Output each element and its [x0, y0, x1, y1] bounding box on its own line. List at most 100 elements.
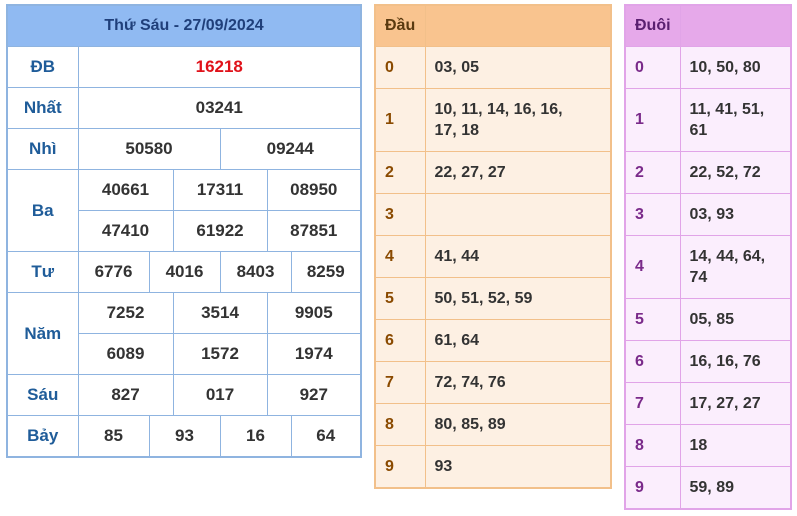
prize-sau-value: 827	[77, 374, 174, 416]
dau-key: 2	[374, 151, 426, 194]
dau-key: 8	[374, 403, 426, 446]
results-header-row: Thứ Sáu - 27/09/2024	[6, 4, 362, 47]
dau-values	[424, 193, 612, 236]
prize-nhat-value: 03241	[77, 87, 362, 129]
prize-bay-value: 16	[219, 415, 292, 458]
dau-header: Đầu	[374, 4, 426, 47]
prize-tu-value: 6776	[77, 251, 150, 293]
dau-row: 3	[374, 193, 612, 236]
row-bay: Bảy 85 93 16 64	[6, 415, 362, 458]
dau-values: 50, 51, 52, 59	[424, 277, 612, 320]
row-label-nhat: Nhất	[6, 87, 79, 129]
duoi-key: 7	[624, 382, 681, 425]
row-label-bay: Bảy	[6, 415, 79, 458]
duoi-key: 8	[624, 424, 681, 467]
duoi-key: 3	[624, 193, 681, 236]
row-label-nam: Năm	[6, 292, 79, 375]
duoi-key: 2	[624, 151, 681, 194]
duoi-panel: Đuôi 0 10, 50, 80 1 11, 41, 51, 61 2 22, 52…	[624, 4, 792, 510]
row-label-tu: Tư	[6, 251, 79, 293]
duoi-header-blank	[679, 4, 792, 47]
duoi-row: 4 14, 44, 64, 74	[624, 235, 792, 299]
prize-nam-value: 7252	[77, 292, 174, 334]
row-nam: Năm 7252 3514 9905	[6, 292, 362, 375]
dau-key: 7	[374, 361, 426, 404]
row-nhat: Nhất 03241	[6, 87, 362, 129]
duoi-row: 6 16, 16, 76	[624, 340, 792, 383]
dau-values: 80, 85, 89	[424, 403, 612, 446]
duoi-values: 05, 85	[679, 298, 792, 341]
prize-sau-value: 927	[266, 374, 362, 416]
dau-key: 5	[374, 277, 426, 320]
dau-values: 61, 64	[424, 319, 612, 362]
prize-nhi-value: 50580	[77, 128, 221, 170]
dau-row: 2 22, 27, 27	[374, 151, 612, 194]
duoi-row: 0 10, 50, 80	[624, 46, 792, 89]
dau-key: 0	[374, 46, 426, 89]
duoi-values: 11, 41, 51, 61	[679, 88, 792, 152]
row-label-ba: Ba	[6, 169, 79, 252]
prize-ba-value: 17311	[172, 169, 268, 211]
duoi-key: 9	[624, 466, 681, 510]
duoi-key: 4	[624, 235, 681, 299]
duoi-row: 5 05, 85	[624, 298, 792, 341]
dau-row: 6 61, 64	[374, 319, 612, 362]
prize-ba-value: 87851	[266, 210, 362, 252]
prize-tu-value: 8259	[290, 251, 362, 293]
duoi-key: 6	[624, 340, 681, 383]
duoi-key: 5	[624, 298, 681, 341]
prize-tu-value: 4016	[148, 251, 221, 293]
dau-table: Đầu 0 03, 05 1 10, 11, 14, 16, 16, 17, 18 …	[374, 4, 612, 489]
dau-key: 3	[374, 193, 426, 236]
dau-key: 4	[374, 235, 426, 278]
dau-panel: Đầu 0 03, 05 1 10, 11, 14, 16, 16, 17, 18 …	[374, 4, 612, 489]
duoi-values: 18	[679, 424, 792, 467]
prize-ba-value: 40661	[77, 169, 174, 211]
dau-row: 9 93	[374, 445, 612, 489]
duoi-row: 3 03, 93	[624, 193, 792, 236]
prize-ba-value: 08950	[266, 169, 362, 211]
prize-nam-value: 6089	[77, 333, 174, 375]
dau-values: 41, 44	[424, 235, 612, 278]
duoi-header: Đuôi	[624, 4, 681, 47]
results-panel: Thứ Sáu - 27/09/2024 ĐB 16218 Nhất 03241…	[6, 4, 362, 458]
dau-row: 4 41, 44	[374, 235, 612, 278]
dau-row: 7 72, 74, 76	[374, 361, 612, 404]
duoi-key: 0	[624, 46, 681, 89]
results-title: Thứ Sáu - 27/09/2024	[6, 4, 362, 47]
prize-bay-value: 93	[148, 415, 221, 458]
row-sau: Sáu 827 017 927	[6, 374, 362, 416]
prize-nam-value: 9905	[266, 292, 362, 334]
prize-tu-value: 8403	[219, 251, 292, 293]
prize-sau-value: 017	[172, 374, 268, 416]
prize-bay-value: 64	[290, 415, 362, 458]
duoi-row: 8 18	[624, 424, 792, 467]
dau-values: 72, 74, 76	[424, 361, 612, 404]
dau-key: 9	[374, 445, 426, 489]
prize-nam-value: 1974	[266, 333, 362, 375]
dau-values: 93	[424, 445, 612, 489]
duoi-values: 17, 27, 27	[679, 382, 792, 425]
dau-key: 6	[374, 319, 426, 362]
duoi-row: 7 17, 27, 27	[624, 382, 792, 425]
dau-row: 1 10, 11, 14, 16, 16, 17, 18	[374, 88, 612, 152]
row-tu: Tư 6776 4016 8403 8259	[6, 251, 362, 293]
duoi-header-row: Đuôi	[624, 4, 792, 47]
duoi-table: Đuôi 0 10, 50, 80 1 11, 41, 51, 61 2 22, 52…	[624, 4, 792, 510]
dau-row: 8 80, 85, 89	[374, 403, 612, 446]
prize-nhi-value: 09244	[219, 128, 362, 170]
prize-db-value: 16218	[77, 46, 362, 88]
prize-ba-value: 61922	[172, 210, 268, 252]
prize-ba-value: 47410	[77, 210, 174, 252]
duoi-values: 10, 50, 80	[679, 46, 792, 89]
dau-key: 1	[374, 88, 426, 152]
dau-row: 5 50, 51, 52, 59	[374, 277, 612, 320]
dau-values: 22, 27, 27	[424, 151, 612, 194]
dau-header-row: Đầu	[374, 4, 612, 47]
prize-bay-value: 85	[77, 415, 150, 458]
duoi-row: 2 22, 52, 72	[624, 151, 792, 194]
results-table: Thứ Sáu - 27/09/2024 ĐB 16218 Nhất 03241…	[6, 4, 362, 458]
duoi-values: 59, 89	[679, 466, 792, 510]
duoi-key: 1	[624, 88, 681, 152]
duoi-row: 1 11, 41, 51, 61	[624, 88, 792, 152]
